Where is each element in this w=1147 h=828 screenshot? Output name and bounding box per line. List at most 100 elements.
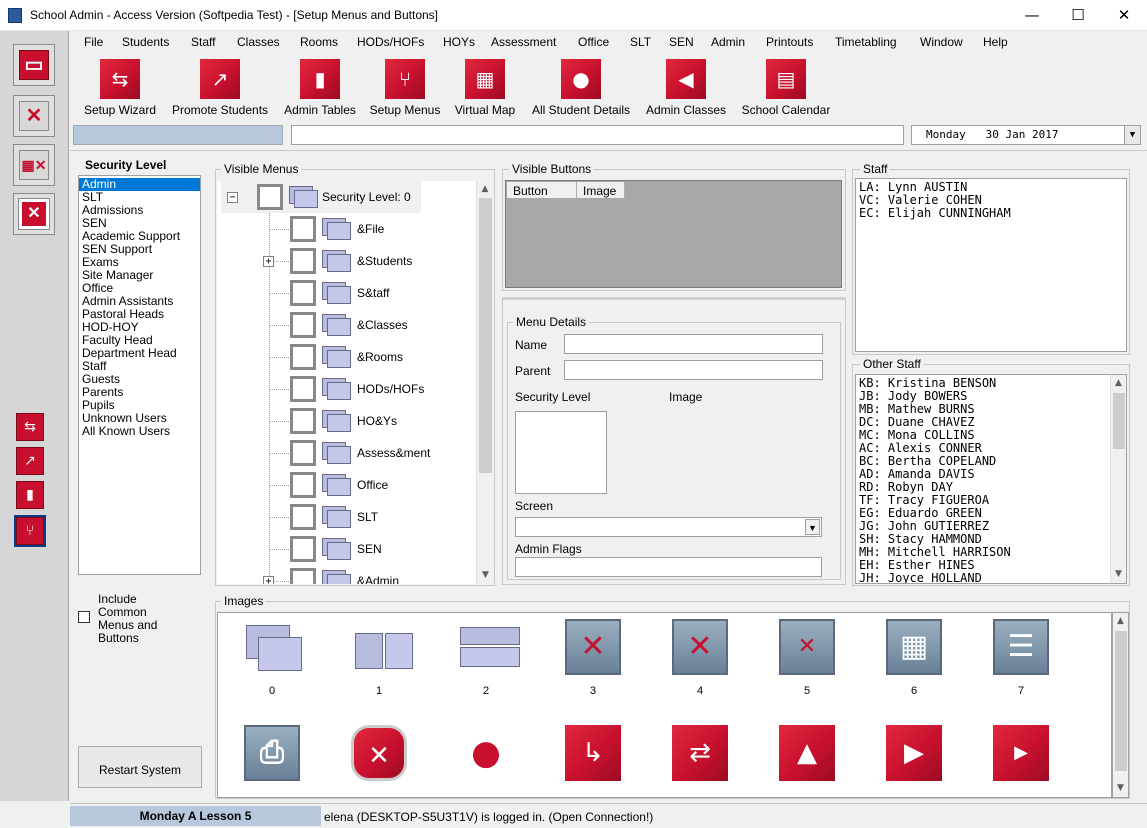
admin-tables-shortcut[interactable]: ▮ [16,481,44,509]
column-header-button[interactable]: Button [507,182,577,198]
tree-checkbox[interactable] [290,408,316,434]
column-header-image[interactable]: Image [577,182,625,198]
images-gallery[interactable]: 0 1 2 ✕ 3 ✕ 4 ✕ 5 ▦ 6 ☰ 7 ⎙ ✕ ● ↳ ⇄ ▲ ▶ ▶ [217,612,1112,798]
tree-checkbox[interactable] [290,312,316,338]
visible-buttons-grid[interactable]: Button Image [505,180,842,288]
tree-checkbox[interactable] [290,216,316,242]
id-card-button[interactable]: ▭ [13,44,55,86]
close-boxed-button[interactable]: ✕ [13,193,55,235]
menu-hods-hofs[interactable]: HODs/HOFs [357,35,424,49]
play-small-icon[interactable]: ▶ [991,723,1051,783]
setup-menus-shortcut[interactable]: ⑂ [14,515,46,547]
menu-classes[interactable]: Classes [237,35,280,49]
folders-stack-icon[interactable] [242,617,302,677]
scroll-up-icon[interactable]: ▲ [1111,375,1126,392]
scroll-thumb[interactable] [1115,631,1127,771]
collapse-icon[interactable]: − [227,192,238,203]
scroll-down-icon[interactable]: ▼ [1113,780,1128,797]
tree-checkbox[interactable] [290,536,316,562]
tree-item[interactable]: Assess&ment [217,437,476,469]
tree-item[interactable]: &File [217,213,476,245]
other-staff-list[interactable]: KB: Kristina BENSON JB: Jody BOWERS MB: Ma… [855,374,1110,584]
close-form-button[interactable]: ✕ [13,95,55,137]
setup-menus-button[interactable]: ⑂ Setup Menus [366,57,444,117]
security-level-box[interactable] [515,411,607,494]
expand-icon[interactable]: + [263,256,274,267]
tree-checkbox[interactable] [290,440,316,466]
tree-item[interactable]: &Classes [217,309,476,341]
play-icon[interactable]: ▶ [884,723,944,783]
admin-classes-button[interactable]: ◀ Admin Classes [642,57,730,117]
scroll-up-icon[interactable]: ▲ [477,181,493,198]
staff-list[interactable]: LA: Lynn AUSTIN VC: Valerie COHEN EC: Elij… [855,178,1127,352]
tree-checkbox[interactable] [290,376,316,402]
virtual-map-button[interactable]: ▦ Virtual Map [450,57,520,117]
menu-hoys[interactable]: HOYs [443,35,475,49]
menu-staff[interactable]: Staff [191,35,215,49]
menu-file[interactable]: File [84,35,103,49]
menu-window[interactable]: Window [920,35,963,49]
tree-item[interactable]: + &Admin [217,565,476,584]
staff-entry[interactable]: EC: Elijah CUNNINGHAM [856,207,1126,220]
tree-checkbox[interactable] [290,248,316,274]
admin-tables-button[interactable]: ▮ Admin Tables [280,57,360,117]
menu-printouts[interactable]: Printouts [766,35,813,49]
menu-tree[interactable]: − Security Level: 0 &File + &Students S&taf… [217,181,476,584]
tree-item[interactable]: + &Students [217,245,476,277]
grid-icon[interactable]: ▦ [884,617,944,677]
date-field[interactable]: Monday 30 Jan 2017 ▼ [911,125,1141,145]
scroll-up-icon[interactable]: ▲ [1113,613,1128,630]
menu-help[interactable]: Help [983,35,1008,49]
tree-item[interactable]: HODs/HOFs [217,373,476,405]
close-button[interactable]: ✕ [1101,0,1147,31]
tree-item[interactable]: HO&Ys [217,405,476,437]
name-input[interactable] [564,334,823,354]
admin-flags-input[interactable] [515,557,822,577]
security-level-list[interactable]: Admin SLT Admissions SEN Academic Support SEN… [78,175,201,575]
printer-icon[interactable]: ⎙ [242,723,302,783]
scroll-down-icon[interactable]: ▼ [477,567,494,584]
tree-item[interactable]: S&taff [217,277,476,309]
swap-arrows-icon[interactable]: ⇄ [670,723,730,783]
setup-wizard-shortcut[interactable]: ⇆ [16,413,44,441]
other-staff-entry[interactable]: JH: Joyce HOLLAND [856,572,1110,584]
parent-input[interactable] [564,360,823,380]
tree-checkbox[interactable] [290,504,316,530]
date-dropdown-icon[interactable]: ▼ [1124,126,1140,144]
other-staff-scrollbar[interactable]: ▲ ▼ [1110,374,1127,584]
menu-sen[interactable]: SEN [669,35,694,49]
restart-system-button[interactable]: Restart System [78,746,202,788]
close-multiple-button[interactable]: ▦✕ [13,144,55,186]
screen-dropdown-icon[interactable]: ▼ [805,519,820,535]
pushpin-icon[interactable]: ● [456,723,516,783]
menu-admin[interactable]: Admin [711,35,745,49]
turn-arrow-icon[interactable]: ↳ [563,723,623,783]
stop-icon[interactable]: ✕ [349,723,409,783]
tree-root-row[interactable]: − Security Level: 0 [221,181,421,213]
scroll-down-icon[interactable]: ▼ [1111,566,1126,583]
tree-checkbox[interactable] [290,344,316,370]
menu-assessment[interactable]: Assessment [491,35,556,49]
include-common-checkbox[interactable] [78,611,90,623]
screen-select[interactable]: ▼ [515,517,822,537]
multi-x-icon[interactable]: ✕ [670,617,730,677]
tree-scrollbar[interactable]: ▲ ▼ [476,181,493,584]
command-field[interactable] [291,125,904,145]
menu-timetabling[interactable]: Timetabling [835,35,897,49]
security-level-item[interactable]: All Known Users [79,425,200,438]
tree-item[interactable]: SEN [217,533,476,565]
all-student-details-button[interactable]: ● All Student Details [526,57,636,117]
tree-item[interactable]: Office [217,469,476,501]
scroll-thumb[interactable] [1113,393,1125,449]
tree-checkbox[interactable] [290,472,316,498]
folders-side-icon[interactable] [349,617,413,677]
school-calendar-button[interactable]: ▤ School Calendar [736,57,836,117]
folders-rows-icon[interactable] [456,617,520,677]
menu-rooms[interactable]: Rooms [300,35,338,49]
up-triangle-icon[interactable]: ▲ [777,723,837,783]
tree-checkbox[interactable] [257,184,283,210]
maximize-button[interactable]: ☐ [1055,0,1101,31]
x-icon[interactable]: ✕ [563,617,623,677]
expand-icon[interactable]: + [263,576,274,584]
promote-students-shortcut[interactable]: ↗ [16,447,44,475]
